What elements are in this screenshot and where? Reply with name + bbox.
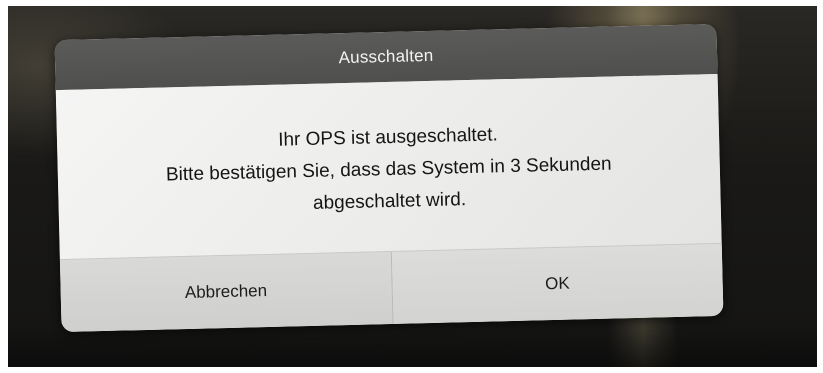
dialog-message: Ihr OPS ist ausgeschaltet. Bitte bestäti… xyxy=(55,73,722,261)
screen-bezel xyxy=(8,327,817,367)
dialog-title: Ausschalten xyxy=(338,45,434,68)
message-line-3: abgeschaltet wird. xyxy=(312,189,467,214)
screen-photo: Ausschalten Ihr OPS ist ausgeschaltet. B… xyxy=(8,6,817,367)
shutdown-dialog: Ausschalten Ihr OPS ist ausgeschaltet. B… xyxy=(54,23,724,333)
message-line-1: Ihr OPS ist ausgeschaltet. xyxy=(277,124,499,151)
cancel-button[interactable]: Abbrechen xyxy=(59,251,394,333)
ok-button[interactable]: OK xyxy=(391,243,724,324)
